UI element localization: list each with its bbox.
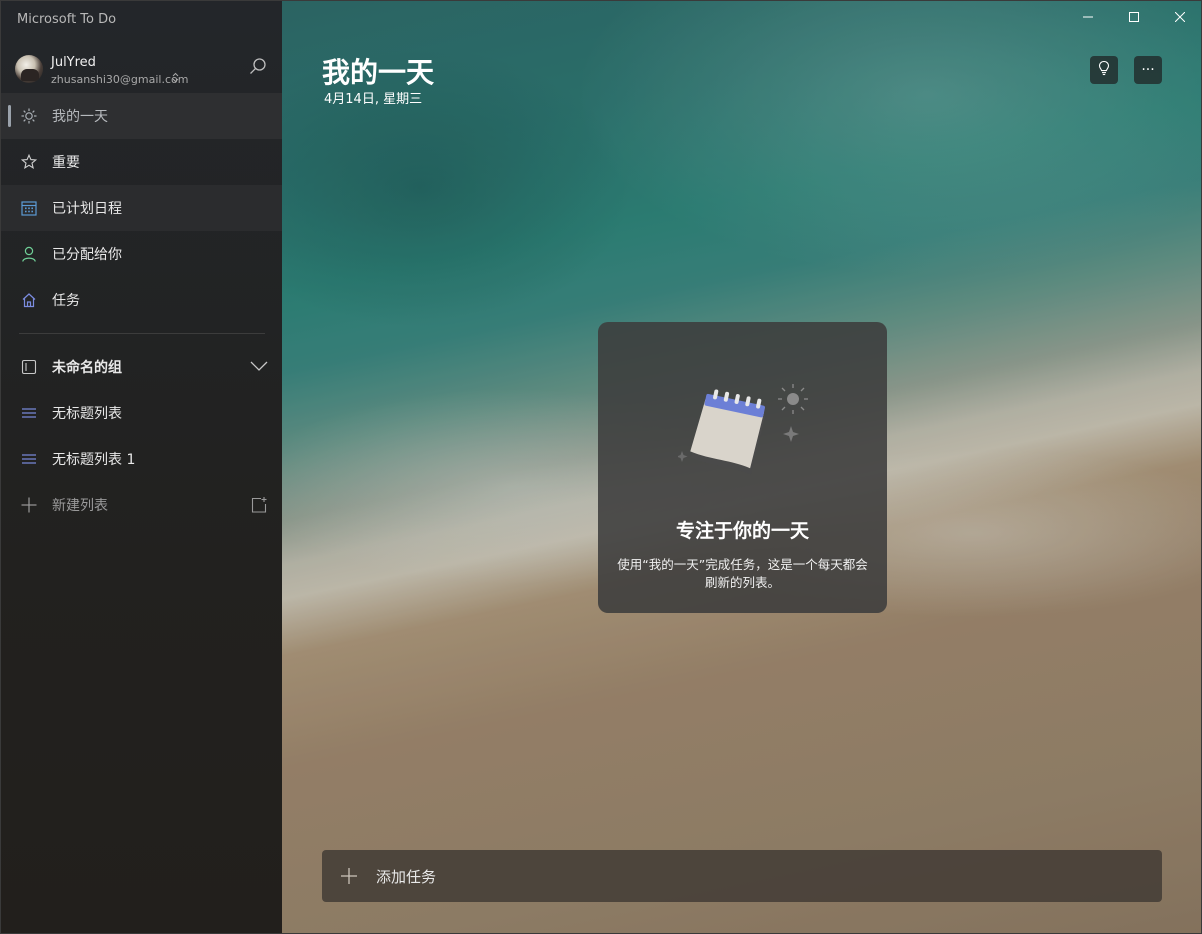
- new-list-label: 新建列表: [52, 498, 108, 514]
- account-name: JulYred: [51, 55, 96, 70]
- home-icon: [21, 292, 37, 308]
- more-options-button[interactable]: ···: [1134, 56, 1162, 84]
- sidebar-item-tasks[interactable]: 任务: [1, 277, 282, 323]
- new-list-button[interactable]: 新建列表: [1, 482, 282, 528]
- sidebar-item-important[interactable]: 重要: [1, 139, 282, 185]
- window-controls: [1065, 1, 1201, 33]
- add-task-input[interactable]: 添加任务: [322, 850, 1162, 902]
- calendar-illustration-icon: [676, 378, 813, 478]
- group-icon: [21, 359, 37, 375]
- sidebar-item-planned[interactable]: 已计划日程: [1, 185, 282, 231]
- suggestions-button[interactable]: [1090, 56, 1118, 84]
- page-title: 我的一天: [322, 56, 435, 89]
- plus-icon: [339, 866, 359, 886]
- add-task-label: 添加任务: [376, 867, 437, 886]
- empty-state-description: 使用“我的一天”完成任务，这是一个每天都会刷新的列表。: [617, 557, 868, 590]
- list-icon: [21, 451, 37, 467]
- sidebar-item-label: 重要: [52, 155, 80, 171]
- sidebar-list-item[interactable]: 无标题列表: [1, 390, 282, 436]
- star-icon: [21, 154, 37, 170]
- chevron-down-icon[interactable]: [250, 359, 268, 373]
- sidebar-item-label: 已计划日程: [52, 201, 122, 217]
- sidebar-list-item[interactable]: 无标题列表 1: [1, 436, 282, 482]
- close-button[interactable]: [1157, 1, 1201, 33]
- calendar-icon: [21, 200, 37, 216]
- new-group-icon[interactable]: [250, 496, 268, 514]
- sidebar-list-label: 无标题列表: [52, 406, 122, 422]
- person-icon: [21, 246, 37, 262]
- sidebar-item-label: 已分配给你: [52, 247, 122, 263]
- account-expand-icon[interactable]: [172, 72, 179, 86]
- avatar[interactable]: [15, 55, 43, 83]
- list-icon: [21, 405, 37, 421]
- page-date: 4月14日, 星期三: [324, 92, 423, 107]
- account-email: zhusanshi30@gmail.com: [51, 73, 189, 86]
- search-icon[interactable]: [249, 57, 271, 79]
- sidebar-list-label: 无标题列表 1: [52, 452, 136, 468]
- empty-state-title: 专注于你的一天: [675, 520, 809, 542]
- main-panel: 我的一天 4月14日, 星期三 ··· 专注于你的一天 使用“我的一天”完成任务…: [282, 1, 1201, 933]
- sidebar-nav: 我的一天 重要 已计划日程 已分配给你 任务 未命名的组 无标题列表 无标题列表…: [1, 93, 282, 528]
- lightbulb-icon: [1096, 60, 1112, 80]
- sidebar-item-label: 我的一天: [52, 109, 108, 125]
- app-title: Microsoft To Do: [17, 12, 117, 27]
- sidebar-divider: [19, 333, 265, 334]
- active-indicator: [8, 105, 11, 127]
- sidebar: Microsoft To Do JulYred zhusanshi30@gmai…: [1, 1, 282, 933]
- more-icon: ···: [1141, 62, 1155, 78]
- sidebar-item-assigned[interactable]: 已分配给你: [1, 231, 282, 277]
- sun-icon: [21, 108, 37, 124]
- empty-state-card: 专注于你的一天 使用“我的一天”完成任务，这是一个每天都会刷新的列表。: [598, 322, 887, 613]
- maximize-button[interactable]: [1111, 1, 1157, 33]
- sidebar-item-my-day[interactable]: 我的一天: [1, 93, 282, 139]
- sidebar-group-label: 未命名的组: [52, 360, 122, 376]
- account-switcher[interactable]: JulYred zhusanshi30@gmail.com: [15, 53, 270, 89]
- sidebar-item-label: 任务: [52, 293, 80, 309]
- app-window: Microsoft To Do JulYred zhusanshi30@gmai…: [0, 0, 1202, 934]
- sidebar-group-unnamed[interactable]: 未命名的组: [1, 344, 282, 390]
- minimize-button[interactable]: [1065, 1, 1111, 33]
- plus-icon: [21, 497, 37, 513]
